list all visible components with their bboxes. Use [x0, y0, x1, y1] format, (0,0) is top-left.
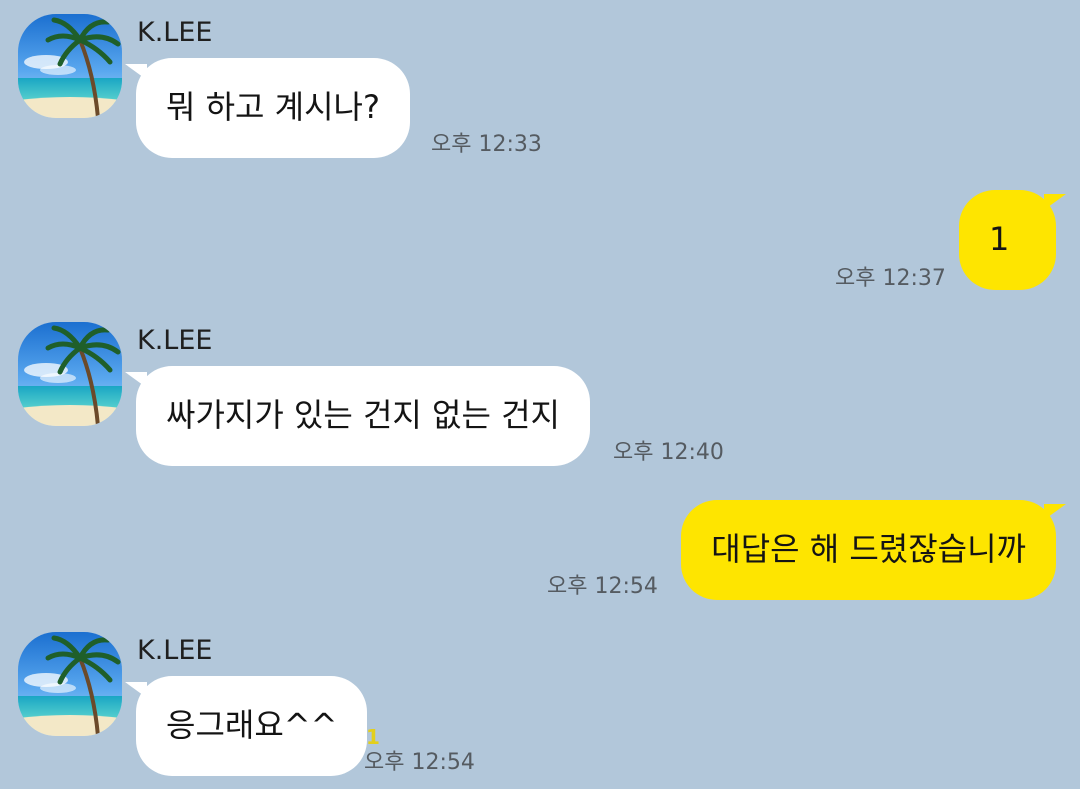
message-time: 오후 12:33: [431, 132, 542, 157]
message-bubble[interactable]: 응그래요^^: [124, 676, 368, 776]
message-bubble[interactable]: 싸가지가 있는 건지 없는 건지: [125, 366, 590, 466]
message-time: 오후 12:54: [547, 574, 658, 599]
chat-room[interactable]: K.LEE 뭐 하고 계시나? 오후 12:33 1 오후 12:37 K.LE…: [0, 0, 1080, 789]
beach-palm-avatar-image: [18, 322, 122, 426]
message-bubble[interactable]: 1: [959, 190, 1066, 290]
message-bubble[interactable]: 뭐 하고 계시나?: [125, 58, 410, 158]
sender-name: K.LEE: [137, 325, 213, 356]
message-time: 오후 12:37: [835, 266, 946, 291]
beach-palm-avatar-image: [18, 14, 122, 118]
message-time: 오후 12:40: [613, 440, 724, 465]
sender-name: K.LEE: [137, 17, 213, 48]
unread-count: 1: [366, 725, 380, 749]
avatar[interactable]: [18, 322, 122, 426]
avatar[interactable]: [18, 632, 122, 736]
sender-name: K.LEE: [137, 635, 213, 666]
message-time: 오후 12:54: [364, 750, 475, 775]
beach-palm-avatar-image: [18, 632, 122, 736]
message-bubble[interactable]: 대답은 해 드렸잖습니까: [681, 500, 1066, 600]
avatar[interactable]: [18, 14, 122, 118]
